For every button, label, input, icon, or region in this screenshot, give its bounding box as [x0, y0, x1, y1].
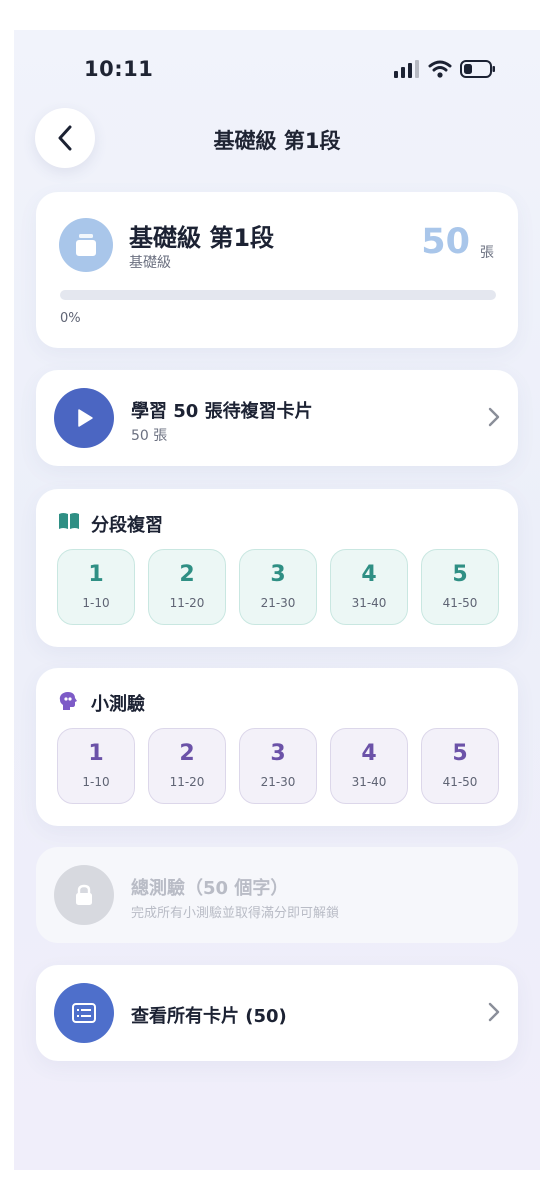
play-icon	[78, 409, 93, 427]
deck-badge	[59, 218, 113, 272]
study-label: 學習 50 張待複習卡片	[131, 401, 313, 422]
signal-icon	[394, 60, 419, 78]
wifi-icon	[428, 60, 452, 78]
brain-icon	[59, 692, 77, 710]
segment-range: 11-20	[169, 775, 205, 789]
progress-bar	[60, 290, 496, 300]
status-time: 10:11	[84, 57, 154, 81]
segment-review-title: 分段複習	[91, 515, 163, 536]
view-all-cards-button[interactable]: 查看所有卡片 (50)	[36, 965, 518, 1061]
review-segment-5[interactable]: 5 41-50	[421, 549, 499, 625]
lock-icon	[76, 884, 92, 905]
segment-review-section: 分段複習 1 1-10 2 11-20 3 21-30 4 31-40 5 41-50	[36, 489, 518, 647]
quiz-segment-4[interactable]: 4 31-40	[330, 728, 408, 804]
page-title: 基礎級 第1段	[213, 129, 341, 153]
card-count-unit: 張	[480, 245, 494, 261]
segment-range: 1-10	[82, 775, 110, 789]
quiz-segment-5[interactable]: 5 41-50	[421, 728, 499, 804]
segment-number: 5	[452, 562, 468, 587]
segment-range: 41-50	[442, 596, 478, 610]
segment-range: 41-50	[442, 775, 478, 789]
study-count: 50 張	[131, 428, 168, 444]
segment-number: 5	[452, 741, 468, 766]
segment-range: 21-30	[260, 775, 296, 789]
segment-number: 4	[361, 741, 377, 766]
review-segment-1[interactable]: 1 1-10	[57, 549, 135, 625]
deck-level: 基礎級	[129, 255, 171, 271]
quiz-section: 小測驗 1 1-10 2 11-20 3 21-30 4 31-40 5 41-50	[36, 668, 518, 826]
segment-range: 1-10	[82, 596, 110, 610]
list-badge	[54, 983, 114, 1043]
battery-icon	[460, 60, 495, 78]
review-segment-2[interactable]: 2 11-20	[148, 549, 226, 625]
final-exam-hint: 完成所有小測驗並取得滿分即可解鎖	[131, 906, 340, 921]
segment-number: 1	[88, 741, 104, 766]
status-icons	[394, 60, 496, 78]
review-segment-4[interactable]: 4 31-40	[330, 549, 408, 625]
app-screen: 10:11 基礎級 第1段 基礎級 第1段 基礎級 50 張 0% 學習 50 …	[14, 30, 540, 1170]
segment-number: 3	[270, 741, 286, 766]
segment-number: 4	[361, 562, 377, 587]
play-button	[54, 388, 114, 448]
segment-range: 31-40	[351, 596, 387, 610]
segment-range: 31-40	[351, 775, 387, 789]
quiz-title: 小測驗	[91, 694, 145, 715]
deck-summary-card: 基礎級 第1段 基礎級 50 張 0%	[36, 192, 518, 348]
quiz-segment-3[interactable]: 3 21-30	[239, 728, 317, 804]
view-all-label: 查看所有卡片 (50)	[131, 1006, 287, 1027]
deck-icon	[76, 234, 96, 256]
book-icon	[59, 513, 79, 529]
quiz-segment-2[interactable]: 2 11-20	[148, 728, 226, 804]
progress-label: 0%	[60, 311, 81, 326]
segment-number: 1	[88, 562, 104, 587]
card-count: 50	[421, 222, 470, 262]
segment-number: 3	[270, 562, 286, 587]
study-cards-button[interactable]: 學習 50 張待複習卡片 50 張	[36, 370, 518, 466]
deck-title: 基礎級 第1段	[129, 224, 275, 252]
chevron-right-icon	[488, 407, 500, 427]
list-icon	[72, 1003, 96, 1023]
lock-badge	[54, 865, 114, 925]
segment-review-tiles: 1 1-10 2 11-20 3 21-30 4 31-40 5 41-50	[57, 549, 499, 625]
review-segment-3[interactable]: 3 21-30	[239, 549, 317, 625]
segment-range: 11-20	[169, 596, 205, 610]
final-exam-label: 總測驗（50 個字）	[131, 878, 289, 899]
segment-range: 21-30	[260, 596, 296, 610]
final-exam-button: 總測驗（50 個字） 完成所有小測驗並取得滿分即可解鎖	[36, 847, 518, 943]
segment-number: 2	[179, 562, 195, 587]
segment-number: 2	[179, 741, 195, 766]
quiz-segment-1[interactable]: 1 1-10	[57, 728, 135, 804]
chevron-right-icon	[488, 1002, 500, 1022]
quiz-tiles: 1 1-10 2 11-20 3 21-30 4 31-40 5 41-50	[57, 728, 499, 804]
